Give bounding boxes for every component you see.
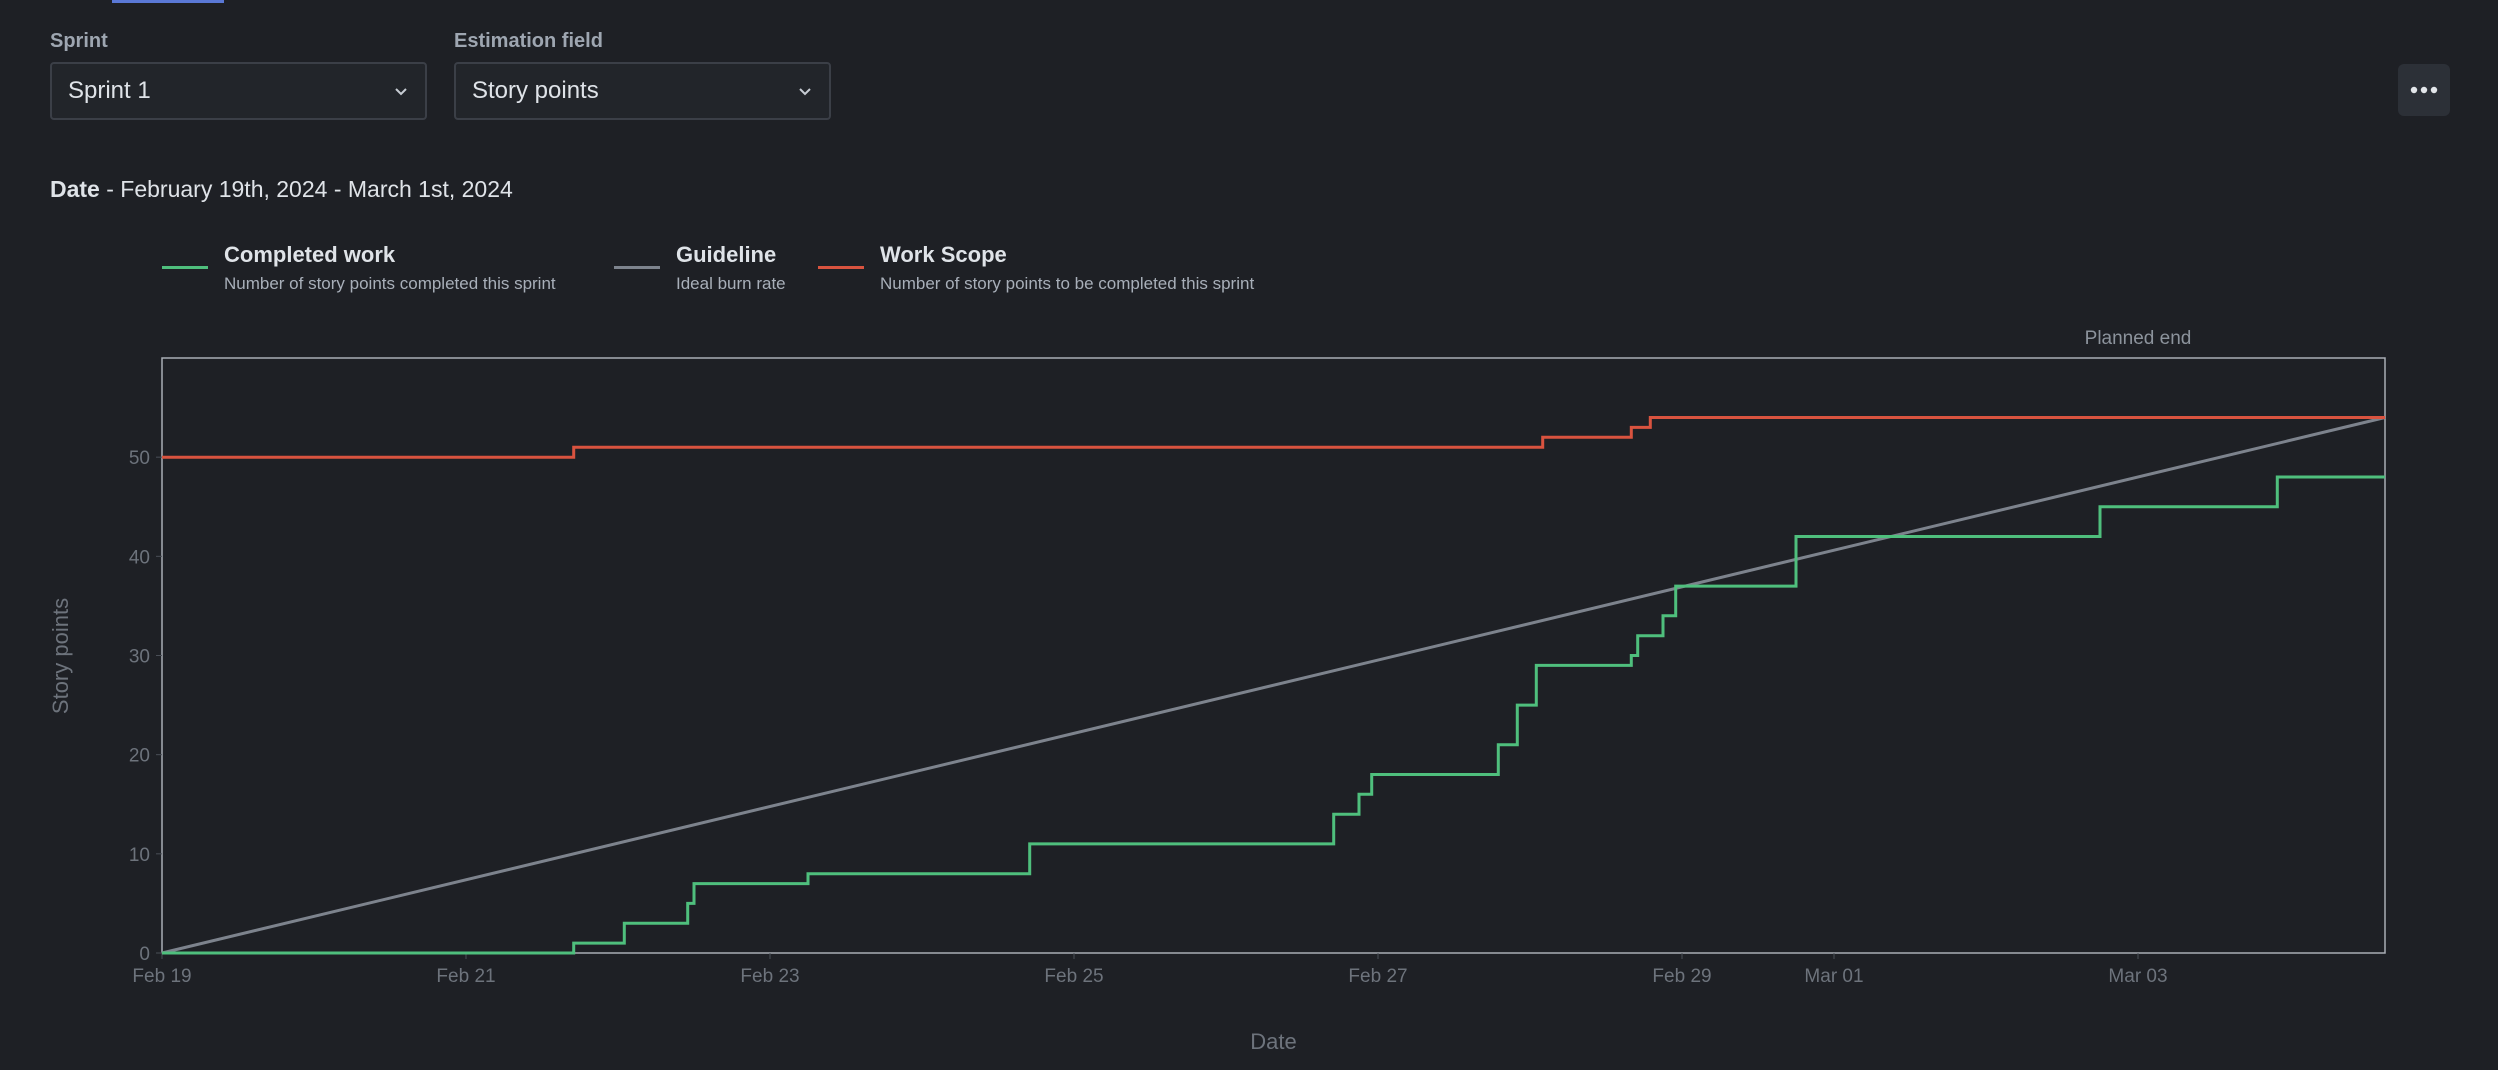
x-tick-label: Feb 23	[740, 966, 799, 987]
burnup-chart: Planned end 0 10 20 30 40 50 Feb 19 Feb 21 Feb 23…	[48, 328, 2386, 1054]
x-tick-label: Feb 29	[1652, 966, 1711, 987]
x-tick-label: Mar 01	[1804, 966, 1863, 987]
planned-end-annotation: Planned end	[2085, 328, 2192, 349]
series-line-work-scope	[162, 416, 2385, 459]
series-line-guideline	[161, 416, 2386, 955]
y-tick-label: 30	[129, 647, 150, 668]
y-tick-label: 0	[139, 944, 150, 965]
y-tick-label: 50	[129, 448, 150, 469]
x-tick-label: Feb 27	[1348, 966, 1407, 987]
series-line-completed-work	[162, 475, 2385, 955]
y-tick-label: 20	[129, 746, 150, 767]
x-tick-label: Feb 21	[436, 966, 495, 987]
x-tick-label: Mar 03	[2108, 966, 2167, 987]
y-axis-title: Story points	[48, 598, 73, 714]
y-tick-label: 40	[129, 547, 150, 568]
x-tick-label: Feb 25	[1044, 966, 1103, 987]
y-tick-label: 10	[129, 845, 150, 866]
x-axis-title: Date	[1250, 1029, 1296, 1054]
x-tick-label: Feb 19	[132, 966, 191, 987]
